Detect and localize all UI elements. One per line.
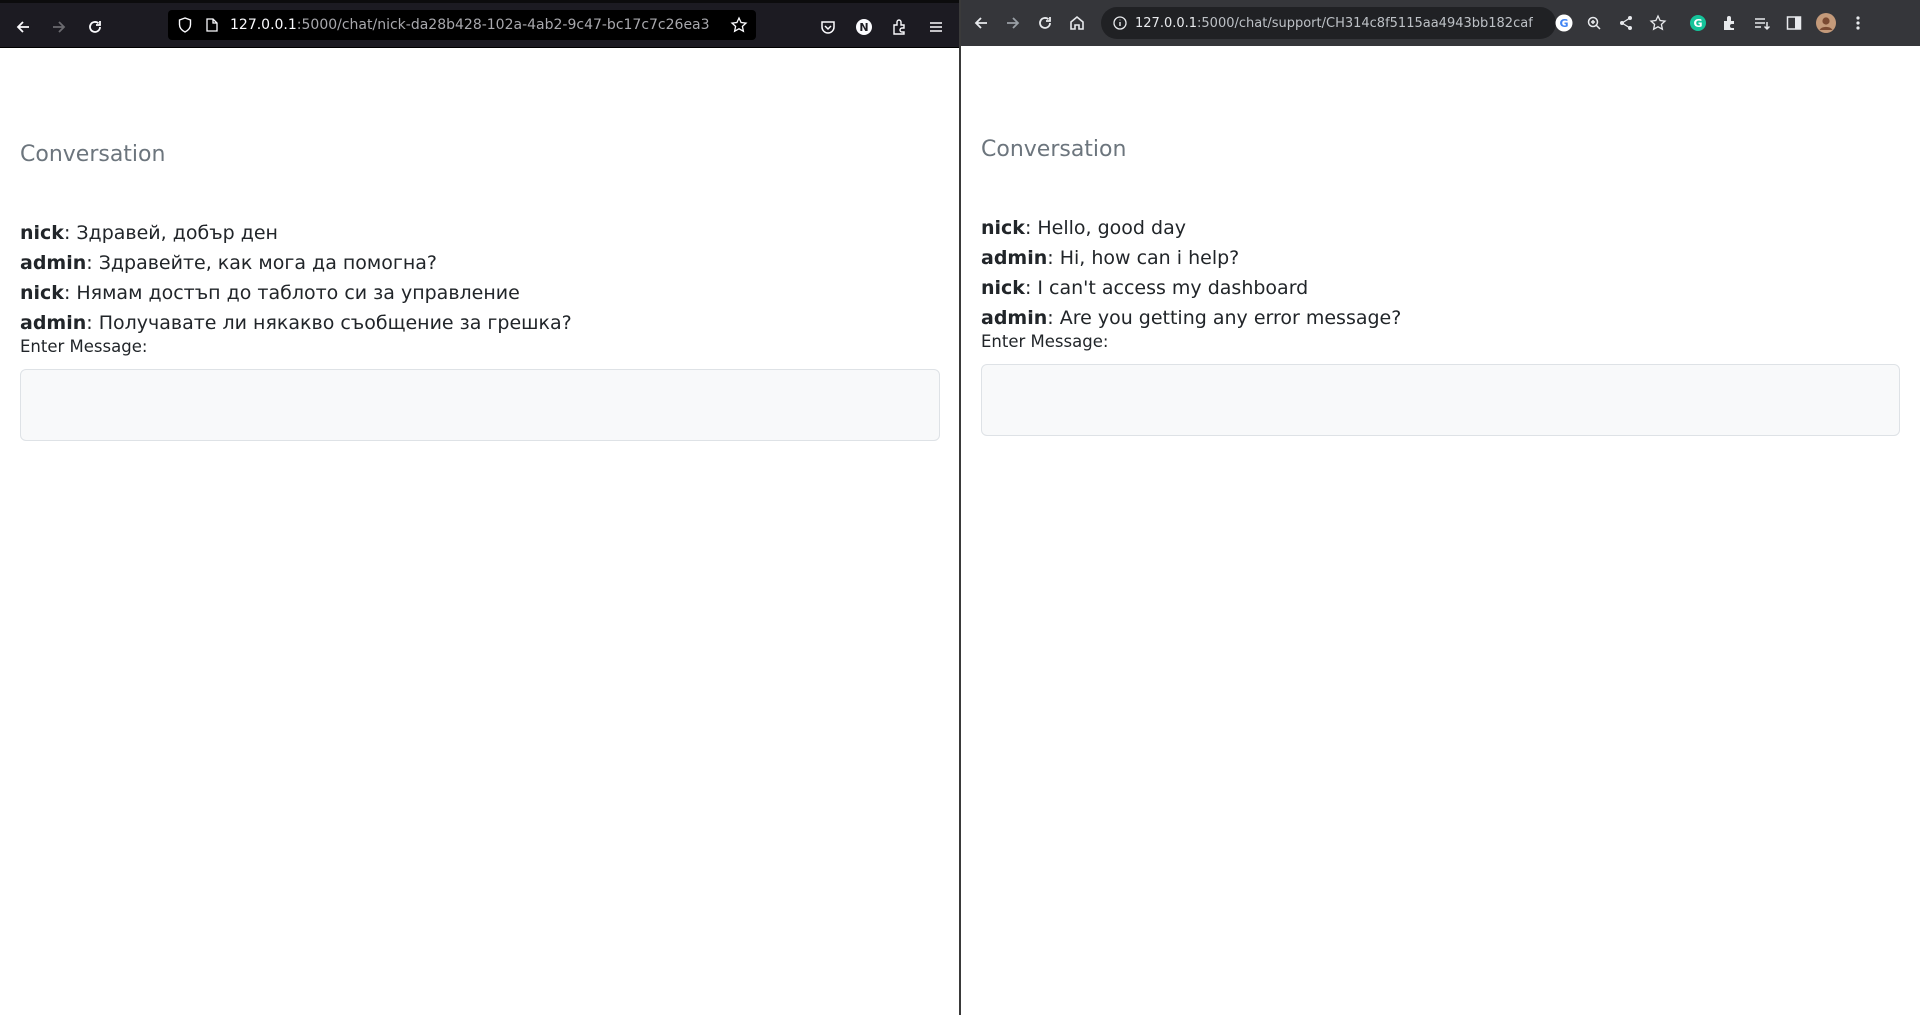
- address-bar[interactable]: 127.0.0.1:5000/chat/support/CH314c8f5115…: [1101, 7, 1573, 39]
- page-icon: [206, 18, 220, 32]
- message: nick: Hello, good day: [981, 213, 1900, 243]
- message-text: : Hi, how can i help?: [1047, 247, 1240, 269]
- reading-list-icon[interactable]: [1747, 8, 1777, 38]
- google-icon[interactable]: G: [1555, 14, 1573, 32]
- message: admin: Здравейте, как мога да помогна?: [20, 248, 940, 278]
- message-author: nick: [20, 282, 64, 304]
- left-browser-window: 127.0.0.1:5000/chat/nick-da28b428-102a-4…: [0, 0, 960, 1015]
- chrome-toolbar: 127.0.0.1:5000/chat/support/CH314c8f5115…: [961, 0, 1920, 46]
- menu-icon[interactable]: [1843, 8, 1873, 38]
- message-list: nick: Hello, good day admin: Hi, how can…: [981, 213, 1900, 333]
- message-input[interactable]: [981, 364, 1900, 436]
- message-author: admin: [20, 312, 87, 334]
- share-icon[interactable]: [1611, 8, 1641, 38]
- message-input[interactable]: [20, 369, 940, 441]
- message: nick: Здравей, добър ден: [20, 218, 940, 248]
- reload-icon[interactable]: [1030, 8, 1060, 38]
- message-author: nick: [20, 222, 64, 244]
- forward-icon[interactable]: [998, 8, 1028, 38]
- chat-page: Conversation nick: Здравей, добър ден ad…: [20, 142, 940, 441]
- back-icon[interactable]: [966, 8, 996, 38]
- message-list: nick: Здравей, добър ден admin: Здравейт…: [20, 218, 940, 338]
- url-text: 127.0.0.1:5000/chat/nick-da28b428-102a-4…: [230, 17, 710, 33]
- chat-page: Conversation nick: Hello, good day admin…: [981, 137, 1900, 436]
- forward-icon[interactable]: [44, 12, 74, 42]
- menu-icon[interactable]: [921, 12, 951, 42]
- back-icon[interactable]: [8, 12, 38, 42]
- firefox-toolbar: 127.0.0.1:5000/chat/nick-da28b428-102a-4…: [0, 0, 960, 48]
- page-title: Conversation: [981, 137, 1127, 162]
- pocket-icon[interactable]: [813, 12, 843, 42]
- info-icon[interactable]: [1113, 16, 1127, 30]
- extensions-icon[interactable]: [885, 12, 915, 42]
- star-icon[interactable]: [730, 16, 748, 34]
- svg-text:G: G: [1559, 17, 1568, 30]
- address-bar[interactable]: 127.0.0.1:5000/chat/nick-da28b428-102a-4…: [168, 10, 756, 40]
- svg-text:N: N: [859, 21, 868, 34]
- message-input-label: Enter Message:: [981, 332, 1109, 351]
- side-panel-icon[interactable]: [1779, 8, 1809, 38]
- notion-extension-icon[interactable]: N: [849, 12, 879, 42]
- message-author: admin: [20, 252, 87, 274]
- message: nick: I can't access my dashboard: [981, 273, 1900, 303]
- message-author: nick: [981, 277, 1025, 299]
- extensions-icon[interactable]: [1715, 8, 1745, 38]
- message: admin: Are you getting any error message…: [981, 303, 1900, 333]
- home-icon[interactable]: [1062, 8, 1092, 38]
- message: nick: Нямам достъп до таблото си за упра…: [20, 278, 940, 308]
- right-browser-window: 127.0.0.1:5000/chat/support/CH314c8f5115…: [961, 0, 1920, 1015]
- message-author: admin: [981, 307, 1048, 329]
- message: admin: Hi, how can i help?: [981, 243, 1900, 273]
- page-title: Conversation: [20, 142, 166, 167]
- url-text: 127.0.0.1:5000/chat/support/CH314c8f5115…: [1135, 15, 1533, 31]
- message-text: : Нямам достъп до таблото си за управлен…: [63, 282, 520, 304]
- message-author: admin: [981, 247, 1048, 269]
- message-text: : Hello, good day: [1024, 217, 1186, 239]
- grammarly-icon[interactable]: G: [1683, 8, 1713, 38]
- message-author: nick: [981, 217, 1025, 239]
- message-text: : Are you getting any error message?: [1047, 307, 1402, 329]
- message: admin: Получавате ли някакво съобщение з…: [20, 308, 940, 338]
- zoom-icon[interactable]: [1579, 8, 1609, 38]
- avatar[interactable]: [1811, 8, 1841, 38]
- svg-text:G: G: [1693, 17, 1702, 30]
- message-text: : I can't access my dashboard: [1024, 277, 1309, 299]
- message-text: : Здравей, добър ден: [63, 222, 278, 244]
- star-icon[interactable]: [1643, 8, 1673, 38]
- reload-icon[interactable]: [80, 12, 110, 42]
- shield-icon[interactable]: [178, 17, 192, 33]
- message-input-label: Enter Message:: [20, 337, 148, 356]
- message-text: : Здравейте, как мога да помогна?: [86, 252, 438, 274]
- message-text: : Получавате ли някакво съобщение за гре…: [86, 312, 572, 334]
- tab-strip: [0, 0, 960, 3]
